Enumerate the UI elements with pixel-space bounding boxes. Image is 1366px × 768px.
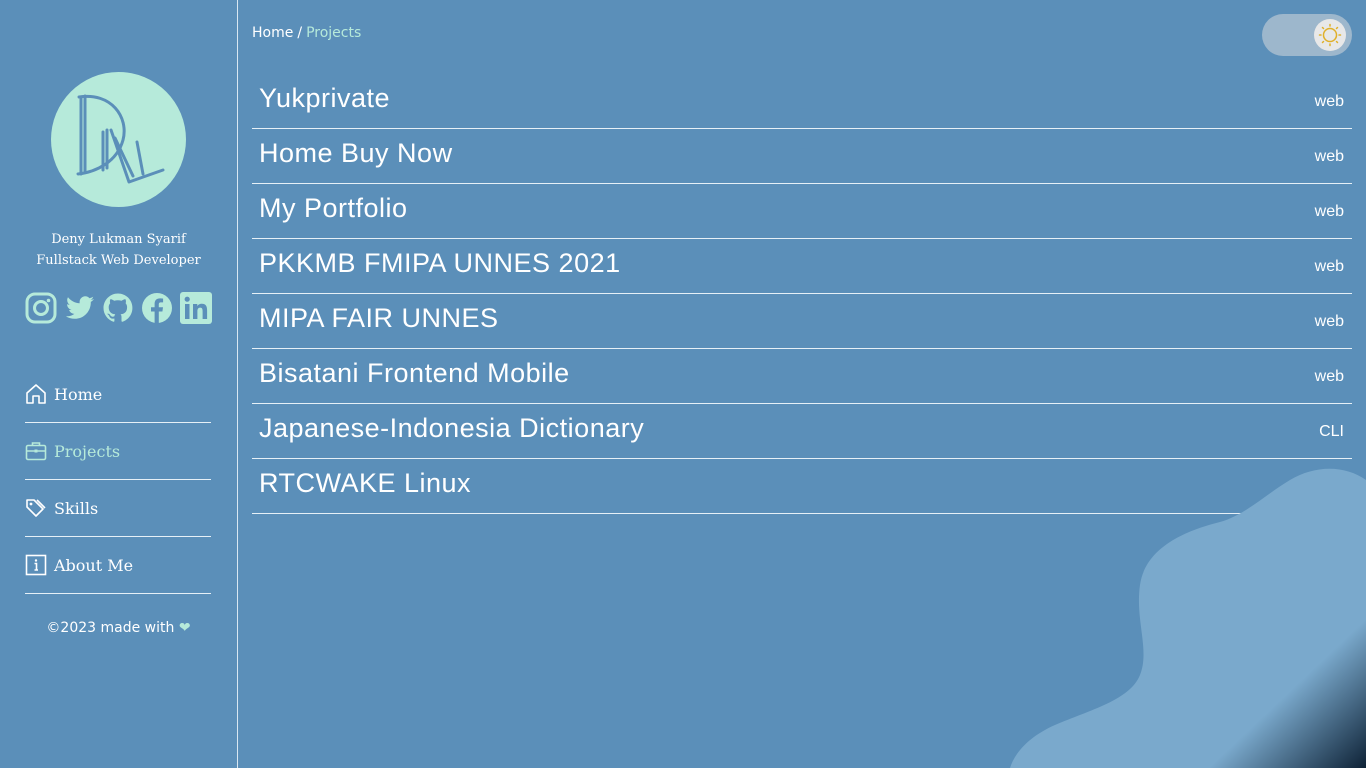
sidebar: Deny Lukman Syarif Fullstack Web Develop… [0, 0, 238, 768]
project-name: MIPA FAIR UNNES [259, 303, 499, 333]
list-item[interactable]: My Portfolio web [252, 184, 1352, 239]
project-tag: web [1314, 313, 1344, 330]
project-tag: web [1314, 203, 1344, 220]
github-icon[interactable] [102, 292, 134, 324]
sidebar-item-projects[interactable]: Projects [25, 423, 211, 480]
project-tag: web [1314, 258, 1344, 275]
project-name: Bisatani Frontend Mobile [259, 358, 570, 388]
breadcrumb-home[interactable]: Home [252, 25, 293, 41]
project-name: Home Buy Now [259, 138, 453, 168]
logo-monogram-icon [76, 94, 165, 184]
sidebar-item-label: Projects [54, 441, 121, 461]
footer-text: ©2023 made with [46, 620, 175, 636]
sidebar-item-skills[interactable]: Skills [25, 480, 211, 537]
list-item[interactable]: MIPA FAIR UNNES web [252, 294, 1352, 349]
tag-icon [25, 497, 47, 519]
list-item[interactable]: PKKMB FMIPA UNNES 2021 web [252, 239, 1352, 294]
project-name: My Portfolio [259, 193, 408, 223]
project-name: Yukprivate [259, 83, 391, 113]
project-name: PKKMB FMIPA UNNES 2021 [259, 248, 621, 278]
project-tag: web [1314, 93, 1344, 110]
sidebar-nav: Home Projects Skills About Me [25, 366, 211, 594]
twitter-icon[interactable] [64, 292, 96, 324]
breadcrumb-separator: / [297, 25, 303, 41]
info-icon [25, 554, 47, 576]
breadcrumb: Home / Projects [252, 25, 361, 41]
app-root: Deny Lukman Syarif Fullstack Web Develop… [0, 0, 1366, 768]
project-tag: CLI [1319, 478, 1344, 495]
facebook-icon[interactable] [141, 292, 173, 324]
heart-icon: ❤ [178, 620, 191, 636]
project-name: RTCWAKE Linux [259, 468, 472, 498]
project-tag: web [1314, 148, 1344, 165]
sidebar-item-about[interactable]: About Me [25, 537, 211, 594]
project-tag: CLI [1319, 423, 1344, 440]
sun-icon [1318, 23, 1342, 47]
profile-name: Deny Lukman Syarif [51, 232, 186, 247]
list-item[interactable]: RTCWAKE Linux CLI [252, 459, 1352, 514]
breadcrumb-current: Projects [306, 25, 362, 41]
project-tag: web [1314, 368, 1344, 385]
home-icon [25, 383, 47, 405]
linkedin-icon[interactable] [180, 292, 212, 324]
list-item[interactable]: Home Buy Now web [252, 129, 1352, 184]
theme-toggle-knob [1314, 19, 1346, 51]
list-item[interactable]: Bisatani Frontend Mobile web [252, 349, 1352, 404]
footer: ©2023 made with ❤ [0, 620, 237, 636]
project-name: Japanese-Indonesia Dictionary [259, 413, 645, 443]
instagram-icon[interactable] [25, 292, 57, 324]
logo[interactable] [51, 72, 186, 207]
profile-info: Deny Lukman Syarif Fullstack Web Develop… [0, 229, 237, 271]
sidebar-item-label: Skills [54, 498, 99, 518]
projects-list: Yukprivate web Home Buy Now web My Portf… [252, 74, 1352, 514]
list-item[interactable]: Yukprivate web [252, 74, 1352, 129]
sidebar-item-label: About Me [54, 555, 134, 575]
profile-role: Fullstack Web Developer [36, 253, 201, 268]
social-links [25, 292, 215, 325]
sidebar-item-home[interactable]: Home [25, 366, 211, 423]
sidebar-item-label: Home [54, 384, 103, 404]
list-item[interactable]: Japanese-Indonesia Dictionary CLI [252, 404, 1352, 459]
theme-toggle[interactable] [1262, 14, 1352, 56]
briefcase-icon [25, 440, 47, 462]
